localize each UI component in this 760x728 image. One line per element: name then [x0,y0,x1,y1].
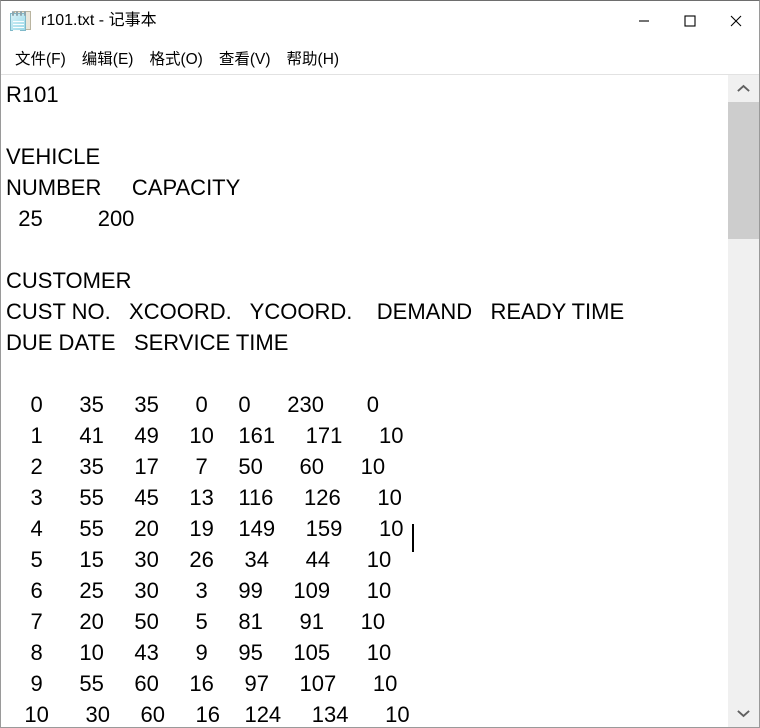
minimize-icon [638,15,650,27]
text-caret [412,524,414,552]
window-title: r101.txt - 记事本 [41,10,157,32]
close-button[interactable] [713,1,759,41]
maximize-icon [684,15,696,27]
scroll-down-arrow[interactable] [728,700,759,727]
text-editor-content[interactable]: R101 VEHICLE NUMBER CAPACITY 25 200 CUST… [1,75,727,727]
chevron-down-icon [737,709,750,718]
scroll-up-arrow[interactable] [728,75,759,102]
menu-file[interactable]: 文件(F) [8,48,73,73]
menu-format[interactable]: 格式(O) [142,48,209,73]
close-icon [730,15,742,27]
title-bar[interactable]: r101.txt - 记事本 [1,1,759,47]
title-bar-left: r101.txt - 记事本 [1,1,621,41]
maximize-button[interactable] [667,1,713,41]
notepad-icon [10,10,32,32]
vertical-scrollbar[interactable] [727,75,759,727]
menu-edit[interactable]: 编辑(E) [75,48,141,73]
menu-bar: 文件(F) 编辑(E) 格式(O) 查看(V) 帮助(H) [1,47,759,75]
chevron-up-icon [737,84,750,93]
menu-help[interactable]: 帮助(H) [280,48,347,73]
editor-area: R101 VEHICLE NUMBER CAPACITY 25 200 CUST… [1,75,759,727]
minimize-button[interactable] [621,1,667,41]
window-controls [621,1,759,41]
scroll-thumb[interactable] [728,102,759,239]
menu-view[interactable]: 查看(V) [212,48,278,73]
notepad-window: r101.txt - 记事本 文件(F) 编辑(E) [0,0,760,728]
